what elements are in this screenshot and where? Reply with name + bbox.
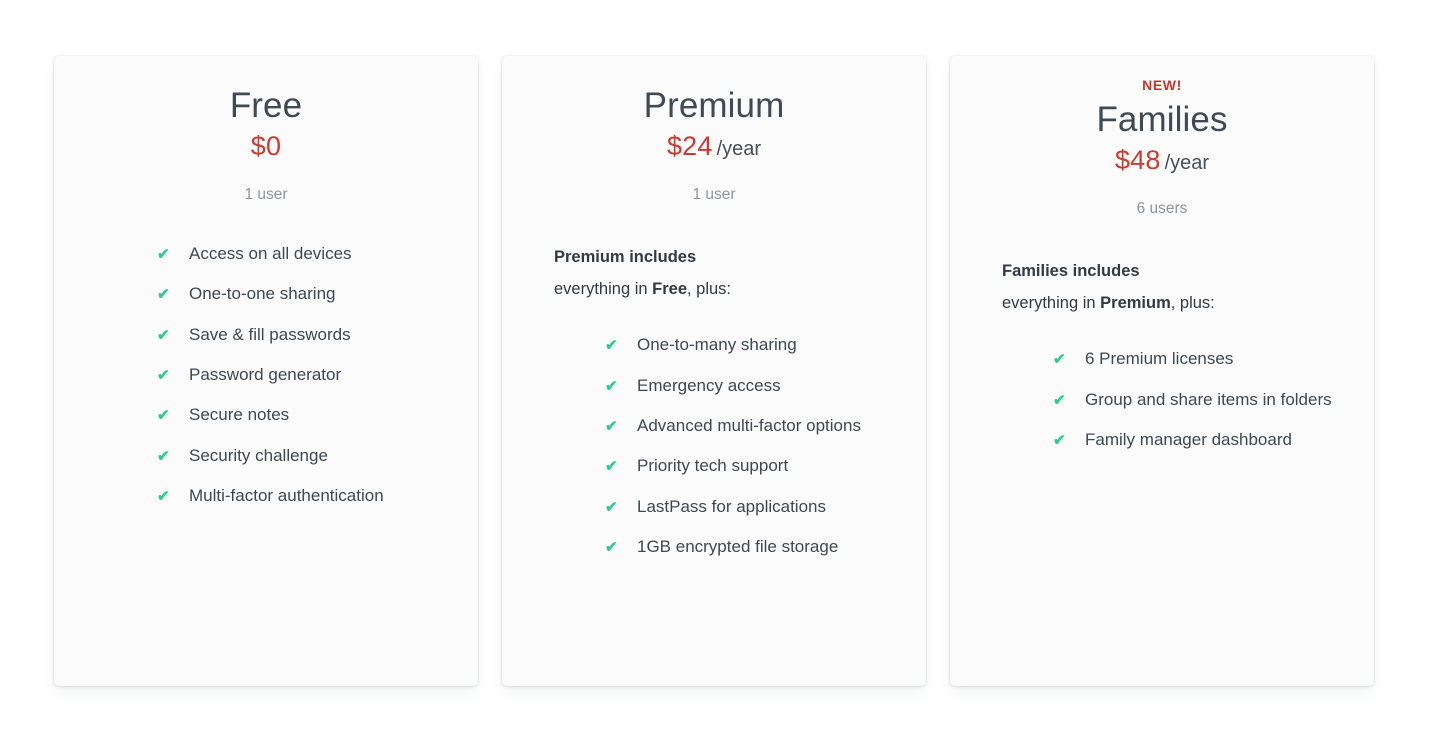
plan-title: Free: [54, 87, 478, 125]
check-icon: ✔: [605, 500, 621, 515]
plan-billing-period: /year: [1165, 152, 1209, 174]
feature-label: Password generator: [189, 365, 341, 385]
plan-billing-period: /year: [717, 138, 761, 160]
check-icon: ✔: [157, 368, 173, 383]
plan-card-header: NEW! Families $48/year 6 users: [950, 78, 1374, 218]
plan-title: Families: [950, 101, 1374, 139]
plan-card-header: Free $0 1 user: [54, 87, 478, 204]
feature-list-item: ✔ One-to-one sharing: [157, 284, 478, 304]
check-icon: ✔: [1053, 433, 1069, 448]
plan-price-row: $0: [54, 131, 478, 162]
plan-feature-list: ✔ 6 Premium licenses ✔ Group and share item…: [1053, 349, 1374, 450]
feature-list-item: ✔ Multi-factor authentication: [157, 486, 478, 506]
plan-includes-title: Premium includes: [554, 242, 926, 274]
plan-includes-block: Premium includes everything in Free, plu…: [554, 242, 926, 305]
check-icon: ✔: [157, 287, 173, 302]
plan-price-row: $24/year: [502, 131, 926, 162]
feature-list-item: ✔ Group and share items in folders: [1053, 390, 1374, 410]
plan-card-header: Premium $24/year 1 user: [502, 87, 926, 204]
plan-includes-reference: Free: [652, 280, 687, 298]
check-icon: ✔: [605, 459, 621, 474]
plan-includes-title: Families includes: [1002, 256, 1374, 288]
feature-list-item: ✔ 6 Premium licenses: [1053, 349, 1374, 369]
plan-includes-reference: Premium: [1100, 294, 1171, 312]
check-icon: ✔: [1053, 393, 1069, 408]
pricing-plan-card-premium[interactable]: Premium $24/year 1 user Premium includes…: [502, 56, 926, 686]
feature-label: Save & fill passwords: [189, 325, 351, 345]
plan-includes-subtitle: everything in Free, plus:: [554, 274, 926, 306]
feature-label: 6 Premium licenses: [1085, 349, 1233, 369]
feature-label: Advanced multi-factor options: [637, 416, 861, 436]
feature-list-item: ✔ Emergency access: [605, 376, 926, 396]
plan-seat-count: 6 users: [950, 200, 1374, 218]
feature-label: Emergency access: [637, 376, 781, 396]
plan-feature-list: ✔ Access on all devices ✔ One-to-one sharin…: [157, 244, 478, 507]
new-badge: NEW!: [950, 78, 1374, 92]
pricing-plan-card-families[interactable]: NEW! Families $48/year 6 users Families …: [950, 56, 1374, 686]
plan-seat-count: 1 user: [54, 186, 478, 204]
plan-price: $24: [667, 131, 713, 161]
feature-label: Family manager dashboard: [1085, 430, 1292, 450]
plan-price: $0: [251, 131, 281, 161]
check-icon: ✔: [1053, 352, 1069, 367]
feature-label: One-to-many sharing: [637, 335, 797, 355]
plan-price: $48: [1115, 145, 1161, 175]
plan-title: Premium: [502, 87, 926, 125]
check-icon: ✔: [157, 408, 173, 423]
feature-list-item: ✔ Save & fill passwords: [157, 325, 478, 345]
plan-includes-subtitle: everything in Premium, plus:: [1002, 288, 1374, 320]
check-icon: ✔: [605, 338, 621, 353]
plan-feature-list: ✔ One-to-many sharing ✔ Emergency access ✔ Ad…: [605, 335, 926, 557]
feature-label: Group and share items in folders: [1085, 390, 1332, 410]
check-icon: ✔: [157, 489, 173, 504]
check-icon: ✔: [157, 328, 173, 343]
check-icon: ✔: [157, 247, 173, 262]
feature-label: Access on all devices: [189, 244, 352, 264]
check-icon: ✔: [605, 540, 621, 555]
check-icon: ✔: [605, 379, 621, 394]
pricing-plan-card-free[interactable]: Free $0 1 user ✔ Access on all devices ✔ On…: [54, 56, 478, 686]
check-icon: ✔: [605, 419, 621, 434]
feature-label: Secure notes: [189, 405, 289, 425]
plan-seat-count: 1 user: [502, 186, 926, 204]
plan-includes-block: Families includes everything in Premium,…: [1002, 256, 1374, 319]
feature-list-item: ✔ LastPass for applications: [605, 497, 926, 517]
feature-label: One-to-one sharing: [189, 284, 335, 304]
feature-label: Priority tech support: [637, 456, 788, 476]
feature-label: LastPass for applications: [637, 497, 826, 517]
feature-list-item: ✔ Access on all devices: [157, 244, 478, 264]
feature-label: Multi-factor authentication: [189, 486, 384, 506]
feature-list-item: ✔ Priority tech support: [605, 456, 926, 476]
feature-list-item: ✔ One-to-many sharing: [605, 335, 926, 355]
feature-label: Security challenge: [189, 446, 328, 466]
pricing-plan-grid: Free $0 1 user ✔ Access on all devices ✔ On…: [0, 0, 1429, 686]
feature-list-item: ✔ Password generator: [157, 365, 478, 385]
feature-list-item: ✔ Family manager dashboard: [1053, 430, 1374, 450]
feature-list-item: ✔ Secure notes: [157, 405, 478, 425]
check-icon: ✔: [157, 449, 173, 464]
plan-price-row: $48/year: [950, 145, 1374, 176]
feature-list-item: ✔ Security challenge: [157, 446, 478, 466]
feature-label: 1GB encrypted file storage: [637, 537, 838, 557]
feature-list-item: ✔ Advanced multi-factor options: [605, 416, 926, 436]
feature-list-item: ✔ 1GB encrypted file storage: [605, 537, 926, 557]
